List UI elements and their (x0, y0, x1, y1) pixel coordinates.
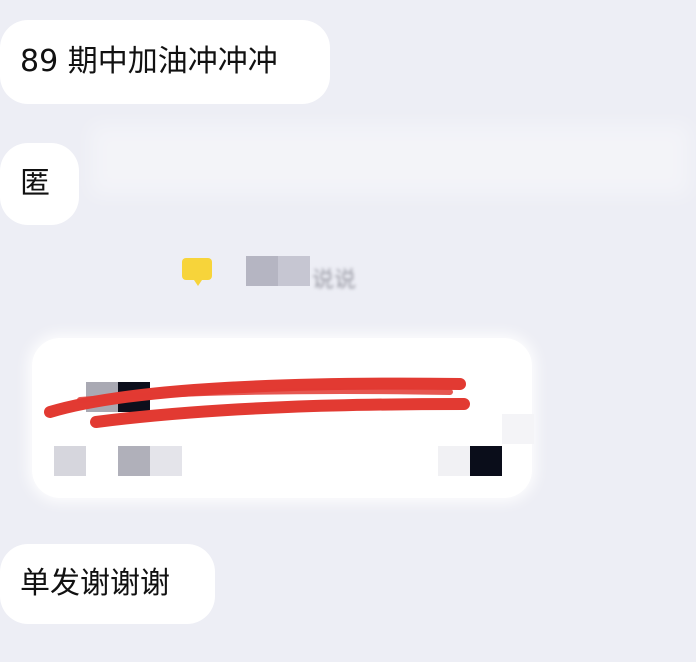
message-bubble[interactable]: 匿 (0, 143, 79, 225)
redacted-pixel-block (54, 446, 86, 476)
message-text: 89 期中加油冲冲冲 (20, 44, 278, 79)
redacted-pixel-block (246, 256, 278, 286)
red-scribble-redaction (44, 377, 470, 428)
redacted-pixel-block (438, 446, 470, 476)
redacted-pixel-block (502, 414, 534, 444)
blurred-background-region (90, 124, 690, 196)
chat-area: 89 期中加油冲冲冲 匿 说说 单发谢谢谢 (0, 0, 696, 662)
message-bubble[interactable]: 89 期中加油冲冲冲 (0, 20, 330, 104)
redacted-pixel-block (470, 446, 502, 476)
notice-text: 说说 (312, 268, 357, 293)
redacted-pixel-block (278, 256, 310, 286)
message-text: 匿 (20, 166, 50, 201)
yellow-chat-icon (182, 258, 212, 286)
redacted-pixel-block (150, 446, 182, 476)
redacted-pixel-block (118, 446, 150, 476)
message-bubble[interactable]: 单发谢谢谢 (0, 544, 215, 624)
message-text: 单发谢谢谢 (20, 566, 170, 601)
